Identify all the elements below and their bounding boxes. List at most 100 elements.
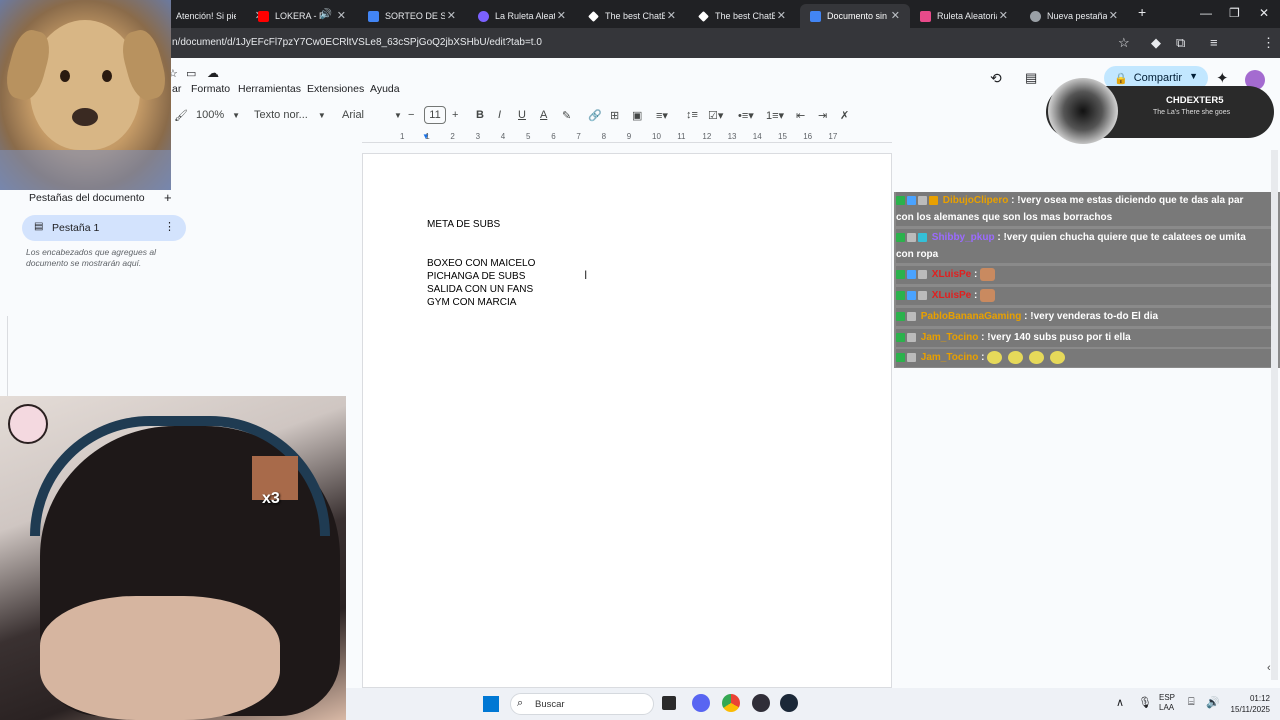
taskbar-search-input[interactable]: ⌕ Buscar (510, 693, 654, 715)
volume-icon[interactable]: 🔊 (1206, 696, 1220, 709)
restore-icon[interactable]: ❐ (1229, 6, 1240, 20)
document-page[interactable]: META DE SUBS BOXEO CON MAICELO PICHANGA … (362, 153, 892, 688)
chat-message: Shibby_pkup : !very quien chucha quiere … (896, 229, 1278, 263)
badge-icon (918, 290, 927, 300)
bold-icon[interactable]: B (476, 102, 484, 128)
browser-tab[interactable]: La Ruleta Aleatori✕ (468, 4, 576, 28)
browser-tab[interactable]: The best ChatBot✕ (578, 4, 686, 28)
menu-extensions[interactable]: Extensiones (307, 83, 364, 95)
increase-font-icon[interactable]: + (452, 102, 458, 128)
media-icon[interactable]: ≡ (1210, 35, 1218, 50)
underline-icon[interactable]: U (518, 102, 526, 128)
obs-icon[interactable] (752, 694, 770, 712)
new-tab-icon[interactable]: + (1138, 4, 1146, 20)
browser-tab[interactable]: LOKERA - Ra🔊✕ (248, 4, 356, 28)
chevron-up-icon[interactable]: ∧ (1116, 696, 1124, 709)
doc-line[interactable]: GYM CON MARCIA (427, 297, 516, 308)
extensions-icon[interactable]: ⧉ (1176, 35, 1185, 51)
comment-add-icon[interactable]: ⊞ (610, 102, 619, 128)
windows-start-icon[interactable] (483, 696, 499, 712)
ruler-tick-label: 5 (526, 132, 531, 141)
link-icon[interactable]: 🔗 (588, 102, 602, 128)
emote-icon (987, 350, 1003, 364)
add-tab-icon[interactable]: + (164, 190, 172, 205)
move-folder-icon[interactable]: ▭ (186, 67, 196, 80)
italic-icon[interactable]: I (498, 102, 501, 128)
decrease-font-icon[interactable]: − (408, 102, 414, 128)
language-indicator[interactable]: ESP LAA (1159, 693, 1175, 713)
image-icon[interactable]: ▣ (632, 102, 642, 128)
checklist-icon[interactable]: ☑▾ (708, 102, 723, 128)
url-text[interactable]: n/document/d/1JyEFcFl7pzY7Cw0ECRltVSLe8_… (172, 37, 542, 48)
chevron-left-icon[interactable]: ‹ (1267, 662, 1271, 674)
zoom-select[interactable]: 100% ▼ (196, 102, 240, 128)
clear-format-icon[interactable]: ✗ (840, 102, 849, 128)
dog-eye (60, 70, 70, 82)
gemini-icon[interactable]: ✦ (1216, 69, 1229, 87)
font-select[interactable]: Arial ▼ (342, 102, 402, 128)
browser-tab[interactable]: The best ChatBot✕ (688, 4, 796, 28)
line-spacing-icon[interactable]: ↕≡ (686, 102, 698, 128)
bullet-list-icon[interactable]: •≡▾ (738, 102, 754, 128)
browser-tab[interactable]: Nueva pestaña ✕ (1020, 4, 1128, 28)
close-icon[interactable]: ✕ (337, 9, 346, 22)
more-options-icon[interactable]: ⋮ (164, 220, 175, 233)
close-icon[interactable]: ✕ (557, 9, 566, 22)
microphone-icon[interactable]: 🎙 (1138, 696, 1152, 709)
discord-icon[interactable] (692, 694, 710, 712)
doc-line[interactable]: BOXEO CON MAICELO (427, 258, 535, 269)
browser-tab[interactable]: Ruleta Aleatoria ✕ (910, 4, 1018, 28)
history-icon[interactable]: ⟲ (990, 70, 1002, 87)
ruler-tick-label: 4 (500, 132, 506, 141)
badge-icon (907, 269, 916, 279)
sidebar-item-label: Pestaña 1 (52, 222, 100, 234)
clock[interactable]: 01:12 15/11/2025 (1226, 693, 1270, 715)
text-color-icon[interactable]: A (540, 102, 547, 128)
chrome-icon[interactable] (722, 694, 740, 712)
task-view-icon[interactable] (662, 696, 676, 710)
youtube-icon (258, 10, 269, 22)
ruler[interactable]: ▼ 1 1 2 3 4 5 6 7 8 9 10 11 12 13 14 15 16 17 (362, 131, 892, 143)
sidebar-item-tab-1[interactable]: ▤ Pestaña 1 ⋮ (22, 215, 186, 241)
extension-diamond-icon[interactable]: ◆ (1151, 35, 1161, 51)
chevron-down-icon[interactable]: ▼ (1189, 71, 1198, 81)
minimize-icon[interactable]: — (1200, 6, 1212, 20)
decrease-indent-icon[interactable]: ⇤ (796, 102, 805, 128)
badge-icon (907, 195, 916, 205)
cloud-icon[interactable]: ☁ (207, 66, 219, 80)
close-icon[interactable]: ✕ (667, 9, 676, 22)
doc-line[interactable]: SALIDA CON UN FANS (427, 284, 533, 295)
scrollbar[interactable] (1271, 150, 1278, 680)
badge-icon (896, 311, 905, 321)
menu-dots-icon[interactable]: ⋮ (1262, 35, 1275, 51)
close-icon[interactable]: ✕ (999, 9, 1008, 22)
highlight-icon[interactable]: ✎ (562, 102, 571, 128)
close-icon[interactable]: ✕ (777, 9, 786, 22)
close-icon[interactable]: ✕ (1109, 9, 1118, 22)
increase-indent-icon[interactable]: ⇥ (818, 102, 827, 128)
browser-tab[interactable]: SORTEO DE SUBS✕ (358, 4, 466, 28)
browser-tab-active[interactable]: Documento sin tít✕ (800, 4, 910, 28)
star-icon[interactable]: ☆ (1118, 35, 1130, 51)
steam-icon[interactable] (780, 694, 798, 712)
font-size-input[interactable]: 11 (424, 106, 446, 124)
lock-icon: 🔒 (1114, 72, 1128, 85)
menu-help[interactable]: Ayuda (370, 83, 400, 95)
align-icon[interactable]: ≡▾ (656, 102, 668, 128)
window-close-icon[interactable]: ✕ (1259, 6, 1269, 20)
close-icon[interactable]: ✕ (891, 9, 900, 22)
network-icon[interactable]: ⌸ (1188, 696, 1195, 709)
close-icon[interactable]: ✕ (447, 9, 456, 22)
numbered-list-icon[interactable]: 1≡▾ (766, 102, 784, 128)
ruler-tick-label: 1 (425, 132, 430, 141)
menu-format[interactable]: Formato (191, 83, 230, 95)
emote-icon (980, 267, 996, 281)
style-select[interactable]: Texto nor... ▼ (254, 102, 326, 128)
menu-tools[interactable]: Herramientas (238, 83, 301, 95)
paint-format-icon[interactable]: 🖌 (174, 102, 188, 128)
speaker-icon[interactable]: 🔊 (320, 9, 332, 20)
doc-line[interactable]: PICHANGA DE SUBS (427, 271, 525, 282)
doc-heading[interactable]: META DE SUBS (427, 219, 500, 230)
comments-icon[interactable]: ▤ (1025, 70, 1037, 86)
menu-insert[interactable]: ar (172, 83, 181, 95)
